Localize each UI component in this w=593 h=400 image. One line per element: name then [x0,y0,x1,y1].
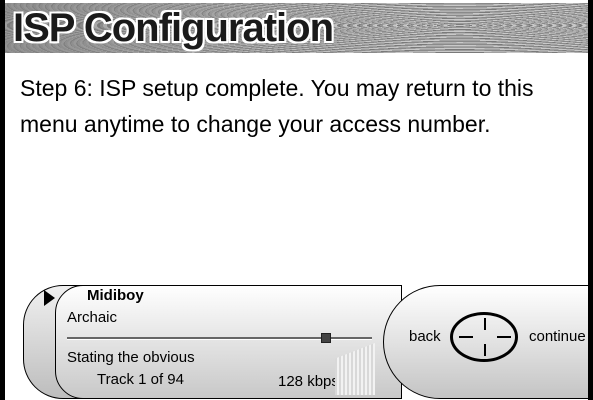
play-arrow-icon[interactable] [44,290,55,306]
dpad-up-tick [484,318,486,330]
track-counter: Track 1 of 94 [97,371,184,388]
dpad-right-tick [497,336,511,338]
back-button[interactable]: back [409,328,441,345]
song-title: Stating the obvious [67,349,195,366]
dpad-left-tick [459,336,473,338]
screen: ISP Configuration Step 6: ISP setup comp… [5,0,588,400]
page-title: ISP Configuration [13,6,334,50]
directional-pad-icon[interactable] [450,312,518,362]
title-bar: ISP Configuration [5,3,588,53]
progress-bar[interactable] [67,333,372,343]
album-name: Archaic [67,309,118,326]
progress-knob[interactable] [321,333,331,343]
status-message: Step 6: ISP setup complete. You may retu… [20,75,534,137]
artist-name: Midiboy [87,287,144,304]
bitrate-label: 128 kbps [278,373,339,390]
dpad-down-tick [484,344,486,356]
continue-button[interactable]: continue [529,328,586,345]
media-player: Midiboy Archaic Stating the obvious Trac… [5,283,588,400]
